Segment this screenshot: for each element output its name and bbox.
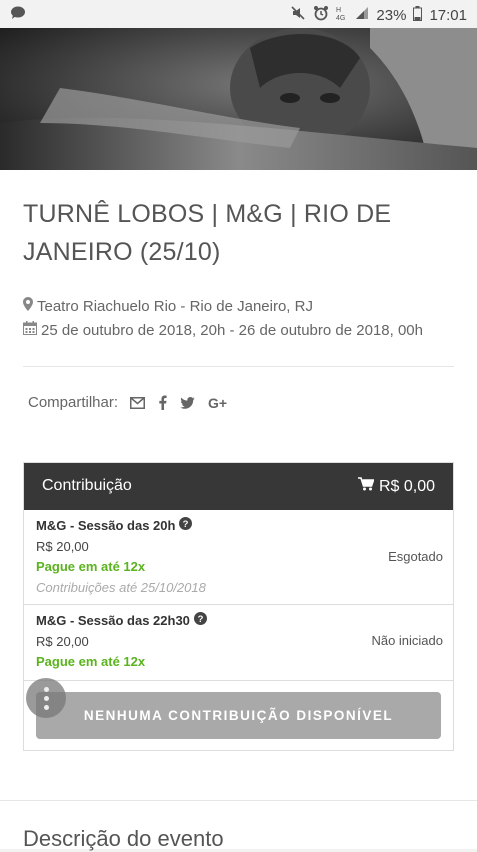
twitter-icon[interactable] [180,396,195,409]
share-bar: Compartilhar: G+ [28,394,228,411]
cart-total-value: R$ 0,00 [378,477,435,495]
status-not-started: Não iniciado [371,633,443,648]
facebook-icon[interactable] [158,395,167,410]
status-sold-out: Esgotado [388,549,443,564]
no-contribution-button[interactable]: NENHUMA CONTRIBUIÇÃO DISPONÍVEL [36,692,441,739]
contribution-item-name: M&G - Sessão das 20h [36,517,176,533]
svg-text:H: H [336,7,341,14]
google-plus-icon[interactable]: G+ [208,396,228,410]
svg-text:?: ? [198,614,204,625]
event-dates-text: 25 de outubro de 2018, 20h - 26 de outub… [41,321,423,339]
mute-icon [290,5,306,25]
contribution-item: M&G - Sessão das 22h30 ? R$ 20,00 Pague … [24,605,453,681]
signal-icon [355,6,369,24]
divider [23,366,454,367]
contribution-header: Contribuição R$ 0,00 [24,463,453,510]
event-banner-image [0,28,477,170]
event-location: Teatro Riachuelo Rio - Rio de Janeiro, R… [23,297,313,315]
event-title: TURNÊ LOBOS | M&G | RIO DE JANEIRO (25/1… [23,200,392,266]
description-title: Descrição do evento [23,826,224,851]
installments-label: Pague em até 12x [36,654,146,669]
contribution-item-price: R$ 20,00 [36,634,89,649]
hd-signal-icon: H 4G [336,5,348,25]
contribution-panel: Contribuição R$ 0,00 M&G - Sessão das 20… [23,462,454,751]
shopping-cart-icon [357,477,375,496]
battery-percent: 23% [376,6,407,24]
more-options-button[interactable] [26,678,66,718]
battery-icon [413,5,423,25]
alarm-icon [313,5,329,25]
contribution-item-price: R$ 20,00 [36,539,89,554]
svg-text:?: ? [183,519,189,530]
status-bar: H 4G 23% 17:01 [0,0,477,28]
installments-label: Pague em até 12x [36,559,146,574]
contribution-deadline: Contribuições até 25/10/2018 [36,580,206,595]
svg-text:4G: 4G [336,15,345,21]
share-label: Compartilhar: [28,394,119,411]
contribution-label: Contribuição [42,477,132,494]
email-icon[interactable] [130,396,146,409]
help-icon[interactable]: ? [179,517,193,533]
map-marker-icon [23,297,33,315]
help-icon[interactable]: ? [193,612,207,628]
event-dates: 25 de outubro de 2018, 20h - 26 de outub… [23,321,423,339]
dot-icon [43,704,49,710]
contribution-item-name: M&G - Sessão das 22h30 [36,612,190,628]
dot-icon [43,695,49,701]
cart-total[interactable]: R$ 0,00 [357,477,435,496]
contribution-item: M&G - Sessão das 20h ? R$ 20,00 Pague em… [24,510,453,605]
calendar-icon [23,321,37,339]
dot-icon [43,686,49,692]
clock: 17:01 [429,6,467,24]
svg-text:G+: G+ [208,396,227,410]
event-location-text: Teatro Riachuelo Rio - Rio de Janeiro, R… [37,297,313,315]
chat-icon [10,6,26,20]
